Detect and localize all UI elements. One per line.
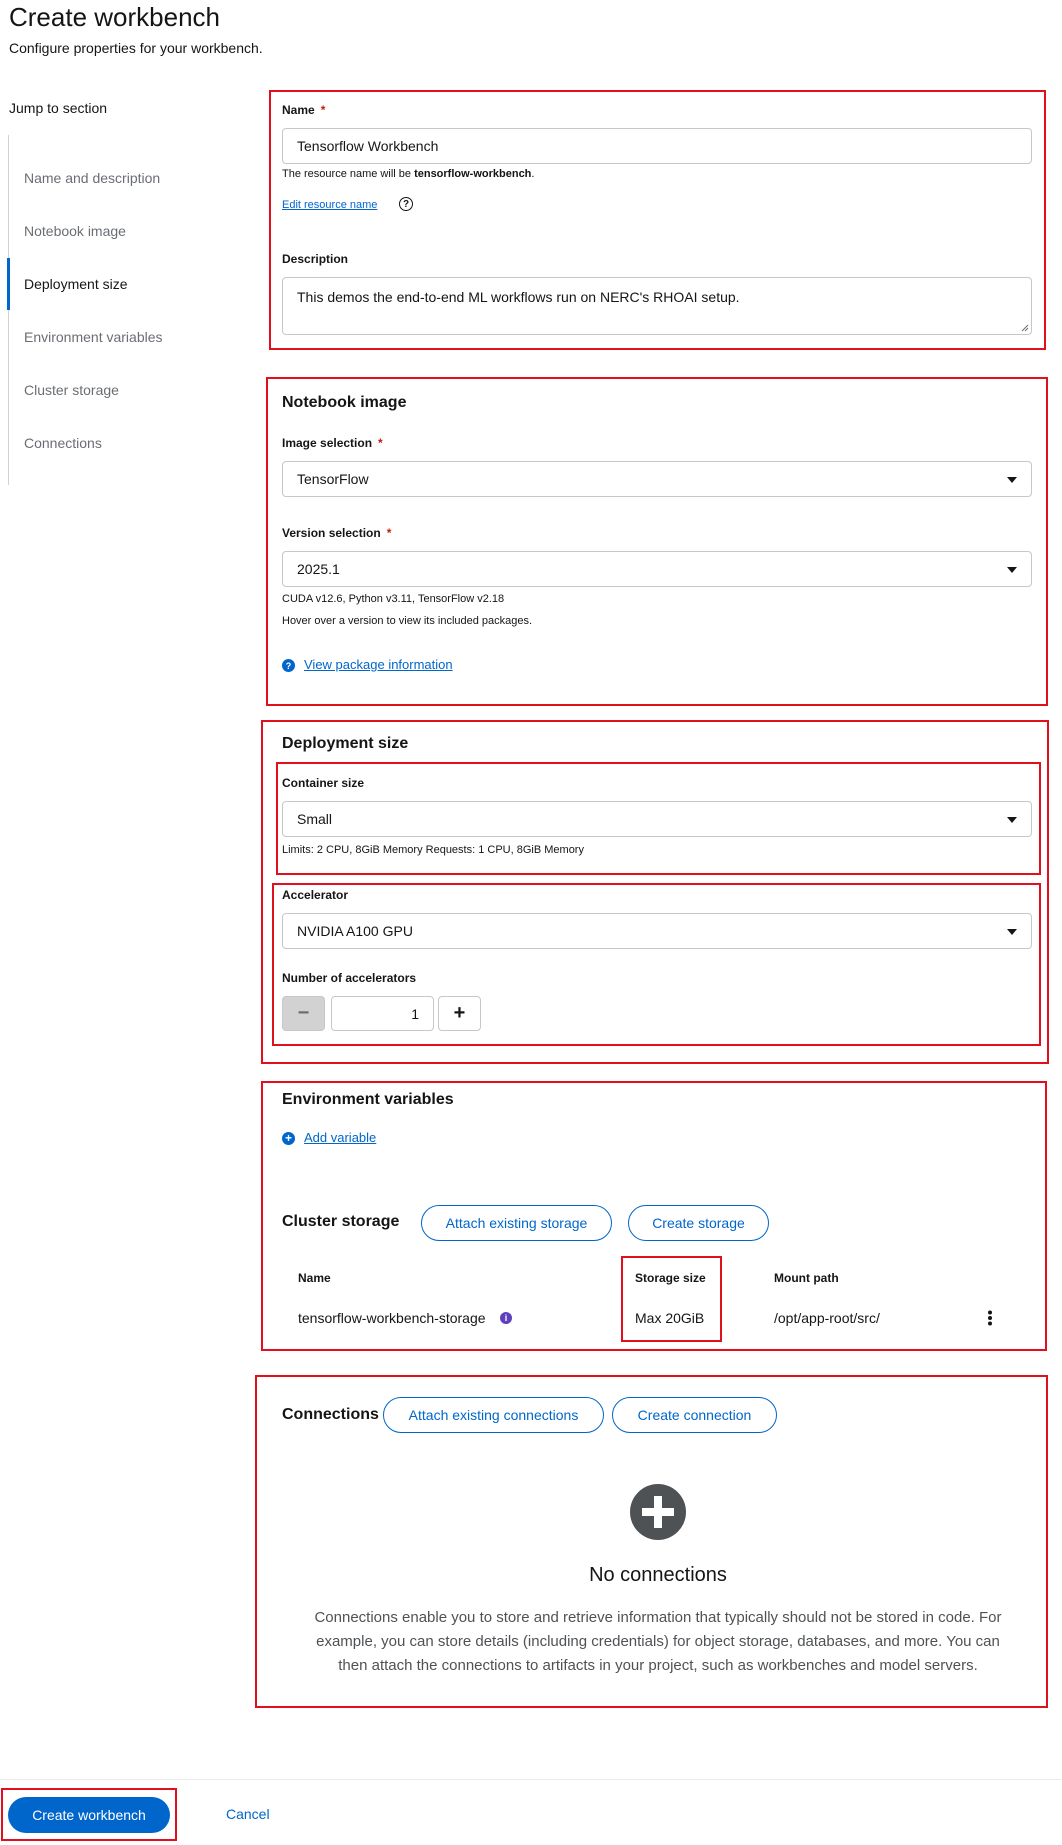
- container-size-dropdown[interactable]: Small: [282, 801, 1032, 837]
- attach-existing-connections-button[interactable]: Attach existing connections: [383, 1397, 604, 1433]
- storage-row-mount: /opt/app-root/src/: [774, 1310, 880, 1326]
- accelerator-dropdown[interactable]: NVIDIA A100 GPU: [282, 913, 1032, 949]
- add-variable-link[interactable]: Add variable: [304, 1130, 376, 1145]
- footer-divider: [0, 1779, 1062, 1780]
- help-icon[interactable]: ?: [399, 197, 413, 211]
- create-connection-button[interactable]: Create connection: [612, 1397, 777, 1433]
- image-selection-dropdown[interactable]: TensorFlow: [282, 461, 1032, 497]
- name-label: Name *: [282, 103, 326, 117]
- container-size-label: Container size: [282, 776, 365, 790]
- edit-resource-name-link[interactable]: Edit resource name: [282, 199, 377, 211]
- cancel-button[interactable]: Cancel: [226, 1806, 270, 1822]
- create-storage-button[interactable]: Create storage: [628, 1205, 769, 1241]
- resize-handle-icon[interactable]: [1021, 324, 1029, 332]
- environment-variables-title: Environment variables: [282, 1091, 454, 1108]
- cluster-storage-title: Cluster storage: [282, 1213, 400, 1230]
- jump-to-section-title: Jump to section: [9, 100, 108, 116]
- jump-item-name-and-description[interactable]: Name and description: [24, 170, 160, 186]
- jump-active-indicator: [7, 258, 10, 310]
- increment-button[interactable]: +: [438, 996, 481, 1031]
- jump-item-connections[interactable]: Connections: [24, 435, 102, 451]
- column-header-mount-path: Mount path: [774, 1271, 839, 1285]
- storage-row-size: Max 20GiB: [635, 1310, 705, 1326]
- version-selection-dropdown[interactable]: 2025.1: [282, 551, 1032, 587]
- jump-item-notebook-image[interactable]: Notebook image: [24, 223, 126, 239]
- plus-circle-icon: +: [282, 1132, 295, 1145]
- page-title: Create workbench: [9, 2, 220, 32]
- deployment-size-title: Deployment size: [282, 735, 409, 752]
- resource-name-hint: The resource name will be tensorflow-wor…: [282, 168, 535, 180]
- chevron-down-icon: [1007, 817, 1017, 823]
- version-packages: CUDA v12.6, Python v3.11, TensorFlow v2.…: [282, 593, 505, 605]
- container-limits: Limits: 2 CPU, 8GiB Memory Requests: 1 C…: [282, 844, 584, 856]
- decrement-button[interactable]: −: [282, 996, 325, 1031]
- description-label: Description: [282, 252, 349, 266]
- chevron-down-icon: [1007, 929, 1017, 935]
- jump-item-environment-variables[interactable]: Environment variables: [24, 329, 163, 345]
- jump-item-cluster-storage[interactable]: Cluster storage: [24, 382, 119, 398]
- jump-item-deployment-size[interactable]: Deployment size: [24, 276, 128, 292]
- accelerator-label: Accelerator: [282, 888, 349, 902]
- accelerator-count-input[interactable]: 1: [331, 996, 434, 1031]
- version-selection-label: Version selection *: [282, 526, 392, 540]
- connections-title: Connections: [282, 1406, 379, 1423]
- version-hint: Hover over a version to view its include…: [282, 615, 533, 627]
- empty-state-title: No connections: [589, 1564, 727, 1586]
- name-input[interactable]: Tensorflow Workbench: [282, 128, 1032, 164]
- view-package-information-link[interactable]: View package information: [304, 657, 453, 672]
- column-header-storage-size: Storage size: [635, 1271, 706, 1285]
- image-selection-label: Image selection *: [282, 436, 383, 450]
- jump-rail: [8, 135, 9, 485]
- info-icon[interactable]: i: [500, 1312, 512, 1324]
- question-circle-icon: ?: [282, 659, 295, 672]
- highlight-storage-size: [621, 1256, 722, 1342]
- page-subtitle: Configure properties for your workbench.: [9, 40, 263, 56]
- empty-state-body: Connections enable you to store and retr…: [314, 1609, 1002, 1674]
- attach-existing-storage-button[interactable]: Attach existing storage: [421, 1205, 612, 1241]
- chevron-down-icon: [1007, 567, 1017, 573]
- column-header-name: Name: [298, 1271, 331, 1285]
- add-circle-icon: [630, 1484, 686, 1540]
- description-textarea[interactable]: This demos the end-to-end ML workflows r…: [282, 277, 1032, 335]
- storage-row-name: tensorflow-workbench-storage: [298, 1310, 486, 1326]
- number-of-accelerators-label: Number of accelerators: [282, 971, 417, 985]
- chevron-down-icon: [1007, 477, 1017, 483]
- kebab-menu-icon[interactable]: [987, 1310, 993, 1326]
- notebook-image-title: Notebook image: [282, 394, 407, 411]
- create-workbench-button[interactable]: Create workbench: [8, 1797, 170, 1833]
